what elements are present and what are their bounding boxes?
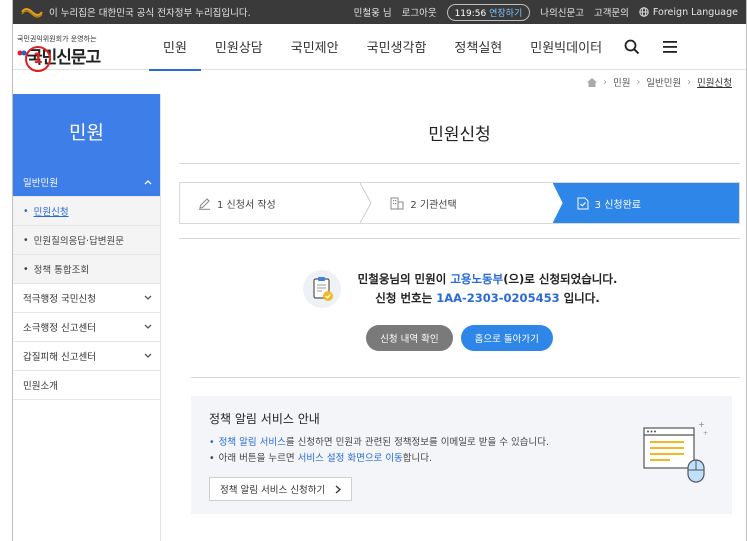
site-logo[interactable]: 국민권익위원회가 운영하는 국민신문고 1 [13,24,149,72]
nav-item-bigdata[interactable]: 민원빅데이터 [516,24,616,70]
bullet-icon: • [23,263,29,275]
annotation-marker: 1 [25,45,51,72]
sidebar-sub-label: 민원신청 [33,207,69,218]
nav-item-proposal[interactable]: 국민제안 [277,24,353,70]
sidebar-title: 민원 [13,94,160,168]
sidebar-sub-apply[interactable]: • 민원신청 [13,197,160,226]
foreign-language-link[interactable]: Foreign Language [639,7,738,18]
main-content: 민원신청 1 신청서 작성 2 기관선택 3 신청완료 민철웅님의 민원이 고용… [161,94,746,541]
bullet-icon: • [23,234,29,246]
step-label: 3 신청완료 [594,199,641,211]
breadcrumb-separator-icon: › [636,76,641,88]
steps-divider [179,238,740,239]
foreign-language-label: Foreign Language [652,6,738,18]
step-agency: 2 기관선택 [372,183,552,223]
breadcrumb-separator-icon: › [603,76,607,88]
sidebar-item-passive-admin[interactable]: 소극행정 신고센터 [13,313,160,342]
gov-logo-icon [21,6,43,18]
sidebar-item-gapjil[interactable]: 갑질피해 신고센터 [13,342,160,371]
session-extend-button[interactable]: 119:56 연장하기 [446,3,531,21]
completion-message: 민철웅님의 민원이 고용노동부(으)로 신청되었습니다. 신청 번호는 1AA-… [179,269,740,309]
customer-inquiry-link[interactable]: 고객문의 [594,5,629,19]
browser-frame: 이 누리집은 대한민국 공식 전자정부 누리집입니다. 민철웅 님 로그아웃 1… [12,0,747,541]
bullet-icon: • [209,453,215,464]
globe-icon [639,7,649,17]
sidebar-item-label: 소극행정 신고센터 [23,323,96,334]
bullet-icon: • [209,437,215,448]
nav-item-opinion[interactable]: 국민생각함 [353,24,441,70]
info-text: 아래 버튼을 누르면 [218,453,298,464]
chevron-right-icon [335,485,342,493]
menu-icon[interactable] [662,40,678,54]
home-icon[interactable] [587,77,598,87]
nav-item-minwon[interactable]: 민원 [149,24,201,71]
go-home-button[interactable]: 홈으로 돌아가기 [460,325,553,351]
breadcrumb-item[interactable]: 일반민원 [646,75,681,89]
application-number: 1AA-2303-0205453 [436,291,560,305]
clipboard-check-icon [302,270,341,308]
sidebar-item-intro[interactable]: 민원소개 [13,371,160,400]
nav-item-policy[interactable]: 정책실현 [440,24,516,70]
email-window-illustration-icon: + + [643,420,708,483]
step-label: 1 신청서 작성 [217,199,276,211]
nav-item-consult[interactable]: 민원상담 [201,24,277,70]
service-settings-link[interactable]: 서비스 설정 화면으로 이동 [298,453,403,464]
sidebar-item-label: 적극행정 국민신청 [23,294,96,305]
building-icon [390,197,404,209]
policy-alert-info-box: 정책 알림 서비스 안내 • 정책 알림 서비스를 신청하면 민원과 관련된 정책… [191,396,732,514]
site-header: 국민권익위원회가 운영하는 국민신문고 1 민원 민원상담 국민제안 국민생각함… [13,24,746,72]
svg-text:+: + [703,430,708,437]
info-title: 정책 알림 서비스 안내 [209,412,320,426]
step-complete: 3 신청완료 [552,183,739,223]
step-arrow-icon [360,183,372,223]
gov-notice-text: 이 누리집은 대한민국 공식 전자정부 누리집입니다. [49,8,251,19]
pencil-icon [199,197,210,210]
chevron-down-icon [144,324,152,329]
breadcrumb-item[interactable]: 민원 [613,75,630,89]
breadcrumb-separator-icon: › [687,76,692,88]
page-title: 민원신청 [179,94,740,164]
info-text: 를 신청하면 민원과 관련된 정책정보를 이메일로 받을 수 있습니다. [285,437,550,448]
sidebar-sub-policy-search[interactable]: • 정책 통합조회 [13,255,160,284]
step-label: 2 기관선택 [410,199,457,211]
chevron-down-icon [144,353,152,358]
step-write: 1 신청서 작성 [180,183,360,223]
sidebar-item-label: 민원소개 [23,381,58,392]
bullet-icon: • [23,205,29,217]
main-nav: 민원 민원상담 국민제안 국민생각함 정책실현 민원빅데이터 [149,24,616,71]
sidebar-item-general[interactable]: 일반민원 [13,168,160,197]
completion-text: 민철웅님의 민원이 [357,272,451,286]
sidebar: 민원 일반민원 • 민원신청 • 민원질의응답·답변원문 • 정책 통합조회 적극행정… [13,94,161,541]
step-indicator: 1 신청서 작성 2 기관선택 3 신청완료 [179,182,740,224]
agency-name: 고용노동부 [450,272,504,286]
completion-text: 입니다. [559,291,600,305]
chevron-up-icon [144,180,152,185]
chevron-down-icon [144,295,152,300]
session-extend-label: 연장하기 [489,8,523,19]
completion-text: 신청 번호는 [375,291,437,305]
breadcrumb: › 민원 › 일반민원 › 민원신청 [13,70,746,94]
completion-text: (으)로 신청되었습니다. [503,272,618,286]
policy-alert-link[interactable]: 정책 알림 서비스 [219,437,286,448]
session-timer: 119:56 [454,8,487,19]
document-check-icon [577,197,589,209]
gov-notice-bar: 이 누리집은 대한민국 공식 전자정부 누리집입니다. 민철웅 님 로그아웃 1… [13,0,746,24]
breadcrumb-current[interactable]: 민원신청 [697,75,732,89]
search-icon[interactable] [624,39,640,55]
sidebar-sub-label: 민원질의응답·답변원문 [33,236,125,247]
policy-alert-apply-button[interactable]: 정책 알림 서비스 신청하기 [209,477,353,501]
policy-alert-apply-label: 정책 알림 서비스 신청하기 [220,485,326,496]
svg-text:+: + [698,420,705,429]
sidebar-item-label: 갑질피해 신고센터 [23,352,96,363]
sidebar-sub-label: 정책 통합조회 [33,265,90,276]
info-text: 합니다. [402,453,433,464]
sidebar-sub-qna[interactable]: • 민원질의응답·답변원문 [13,226,160,255]
user-name: 민철웅 님 [353,8,392,19]
my-page-link[interactable]: 나의신문고 [540,5,584,19]
section-divider [191,377,740,378]
sidebar-item-active-admin[interactable]: 적극행정 국민신청 [13,284,160,313]
logout-link[interactable]: 로그아웃 [402,5,437,19]
sidebar-item-label: 일반민원 [23,178,58,189]
check-application-button[interactable]: 신청 내역 확인 [366,325,453,351]
